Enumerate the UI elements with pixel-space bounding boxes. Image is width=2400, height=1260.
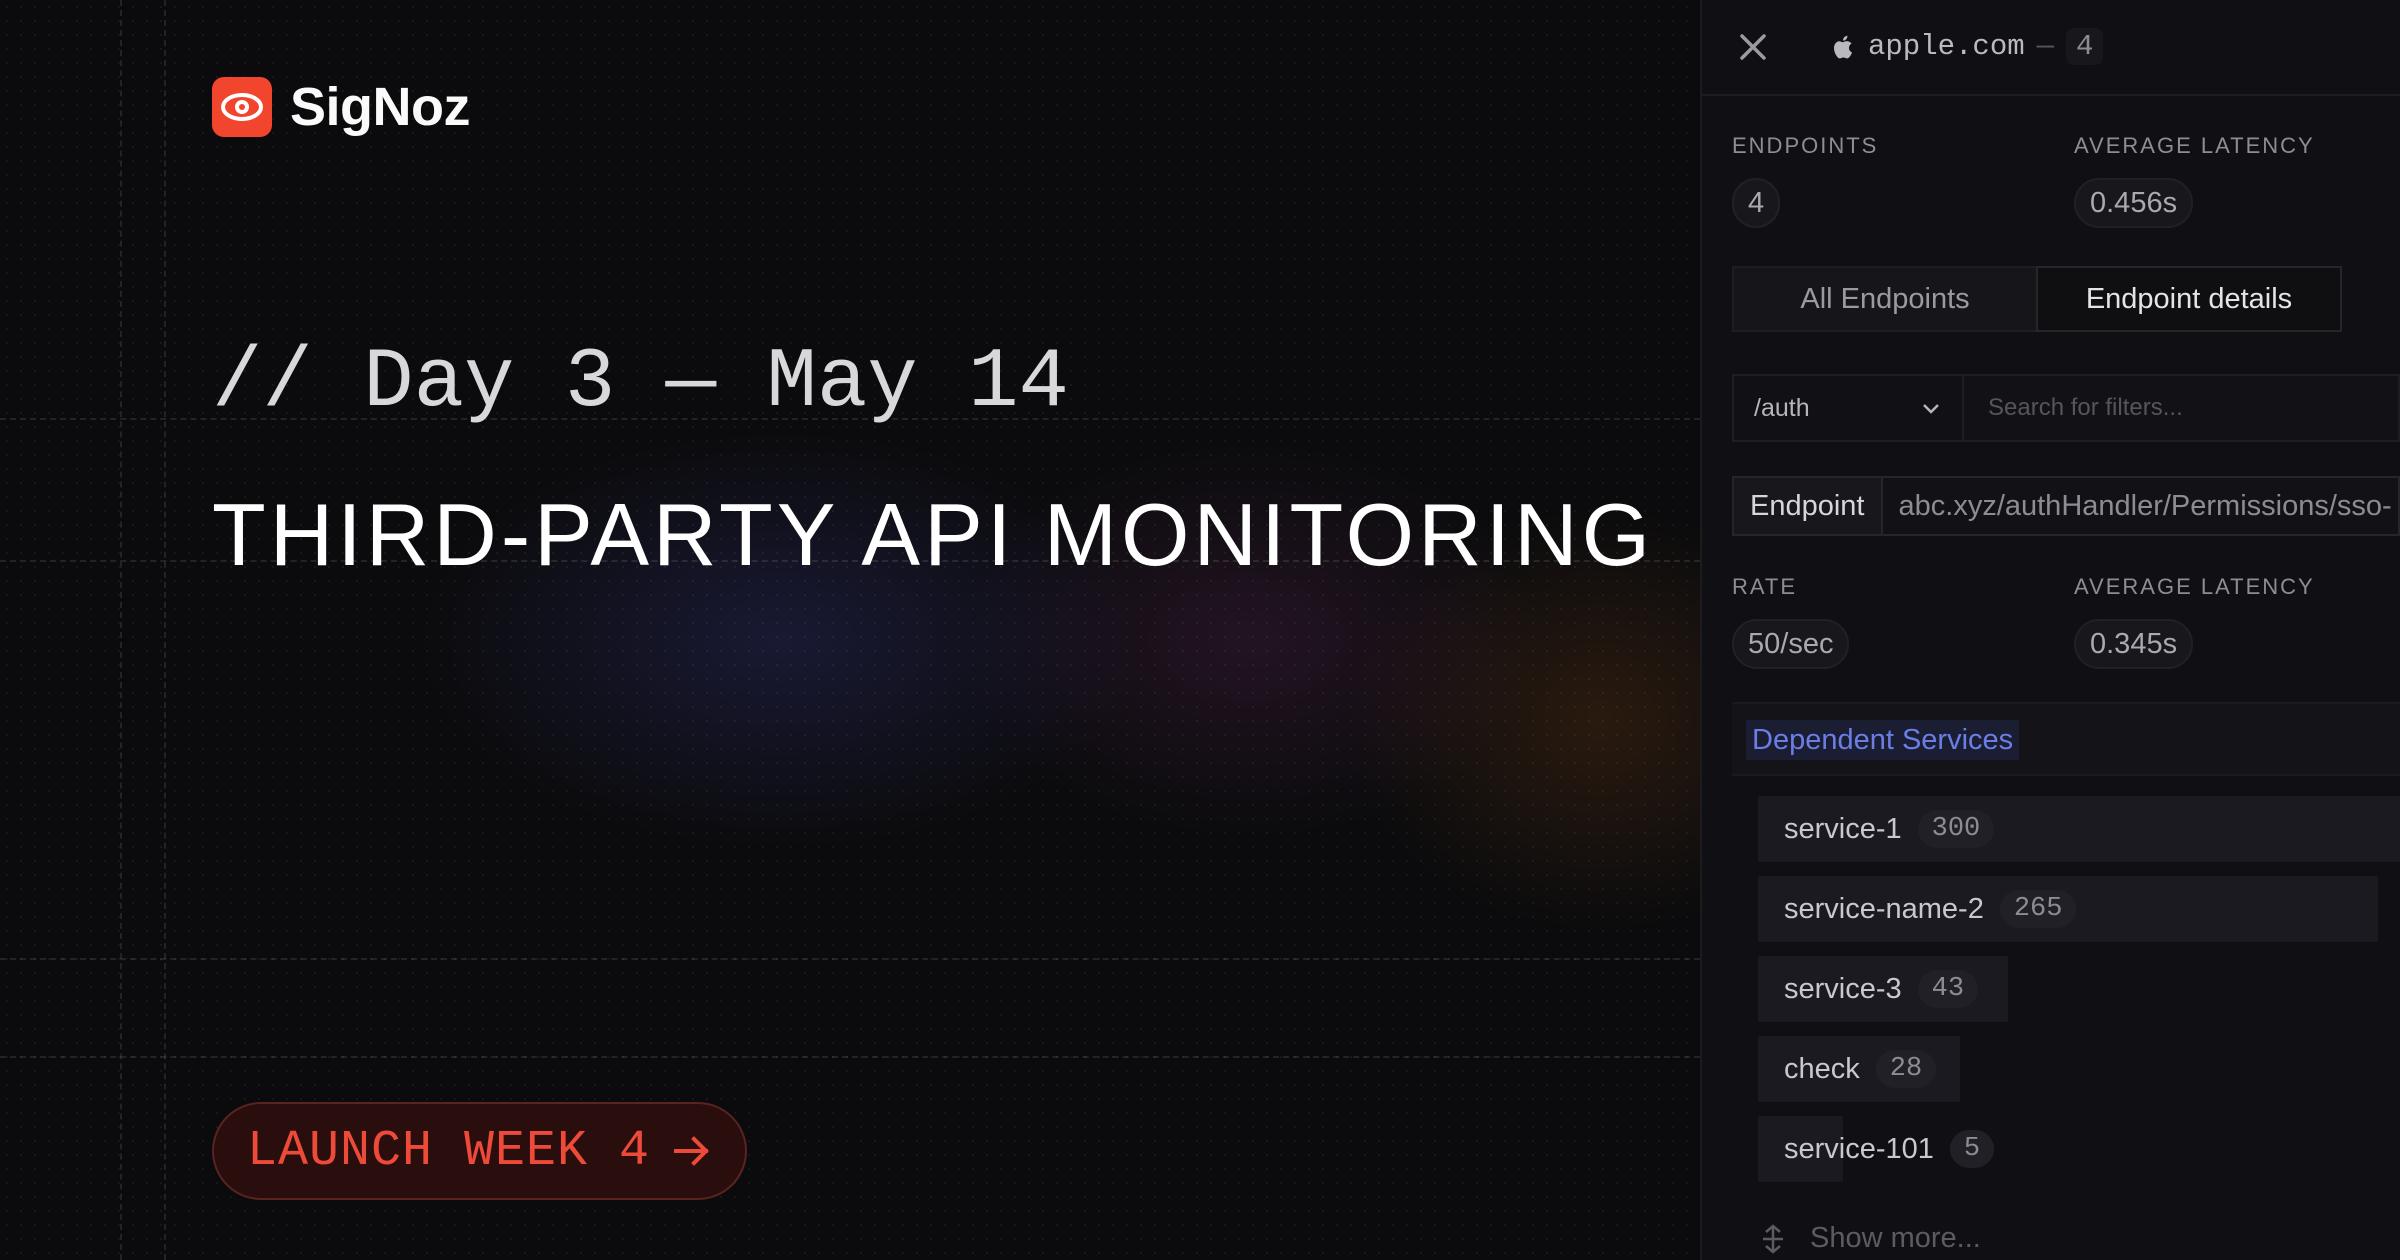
service-count-badge: 265 — [1999, 890, 2077, 928]
show-more-button[interactable]: Show more... — [1760, 1222, 1981, 1255]
service-row[interactable]: service-name-2 265 — [1758, 876, 2378, 942]
tab-endpoint-details[interactable]: Endpoint details — [2036, 266, 2342, 332]
eye-logo-icon — [212, 77, 272, 137]
expand-icon — [1763, 1223, 1783, 1254]
service-count-badge: 43 — [1917, 970, 1979, 1008]
launch-week-label: LAUNCH WEEK 4 — [246, 1122, 651, 1180]
filter-row: /auth Search for filters... — [1732, 374, 2400, 442]
dependent-services-title: Dependent Services — [1746, 720, 2020, 760]
average-latency-label: AVERAGE LATENCY — [2074, 133, 2315, 158]
endpoint-count-badge: 4 — [2066, 28, 2104, 65]
endpoint-value: abc.xyz/authHandler/Permissions/sso- — [1882, 476, 2400, 536]
grid-line — [0, 1056, 1700, 1058]
service-row[interactable]: service-1 300 — [1758, 796, 2400, 862]
endpoint-latency-value: 0.345s — [2074, 619, 2194, 669]
endpoint-select-value: /auth — [1754, 393, 1810, 422]
api-monitoring-panel: apple.com — 4 ENDPOINTS 4 AVERAGE LATENC… — [1700, 0, 2400, 1260]
domain-breadcrumb: apple.com — 4 — [1832, 28, 2104, 65]
event-date: // Day 3 — May 14 — [212, 336, 1069, 431]
page-title: THIRD-PARTY API MONITORING — [212, 485, 1655, 584]
chevron-down-icon — [1923, 404, 1939, 414]
panel-header: apple.com — 4 — [1702, 0, 2400, 96]
arrow-right-icon — [674, 1136, 709, 1166]
service-name: check — [1784, 1052, 1860, 1085]
average-latency-value: 0.456s — [2074, 178, 2194, 228]
grid-line — [164, 0, 166, 1260]
rate-value: 50/sec — [1732, 619, 1850, 669]
separator: — — [2036, 30, 2055, 63]
endpoints-value: 4 — [1732, 178, 1781, 228]
show-more-label: Show more... — [1810, 1222, 1981, 1254]
close-icon[interactable] — [1736, 30, 1770, 64]
endpoint-select[interactable]: /auth — [1732, 374, 1964, 442]
service-count-badge: 28 — [1875, 1050, 1937, 1088]
rate-label: RATE — [1732, 574, 1798, 599]
domain-name: apple.com — [1868, 30, 2025, 63]
apple-icon — [1834, 35, 1852, 58]
service-row[interactable]: service-101 5 — [1758, 1116, 1995, 1182]
service-row[interactable]: service-3 43 — [1758, 956, 2008, 1022]
service-name: service-1 — [1784, 812, 1902, 845]
grid-line — [0, 958, 1700, 960]
service-count-badge: 300 — [1917, 810, 1995, 848]
endpoint-path: Endpoint abc.xyz/authHandler/Permissions… — [1732, 476, 2400, 536]
endpoints-label: ENDPOINTS — [1732, 133, 1879, 158]
launch-week-button[interactable]: LAUNCH WEEK 4 — [212, 1102, 747, 1200]
service-name: service-3 — [1784, 972, 1902, 1005]
service-count-badge: 5 — [1949, 1130, 1995, 1168]
dependent-services-header: Dependent Services — [1732, 702, 2400, 776]
service-row[interactable]: check 28 — [1758, 1036, 1960, 1102]
endpoint-label: Endpoint — [1732, 476, 1883, 536]
endpoint-latency-label: AVERAGE LATENCY — [2074, 574, 2315, 599]
brand-name: SigNoz — [290, 77, 471, 137]
panel-tabs: All Endpoints Endpoint details — [1732, 266, 2400, 332]
banner: SigNoz // Day 3 — May 14 THIRD-PARTY API… — [0, 0, 2400, 1260]
signoz-logo: SigNoz — [212, 76, 471, 138]
filter-search-input[interactable]: Search for filters... — [1964, 374, 2400, 442]
tab-all-endpoints[interactable]: All Endpoints — [1732, 266, 2036, 332]
service-name: service-name-2 — [1784, 892, 1984, 925]
service-name: service-101 — [1784, 1132, 1934, 1165]
grid-line — [120, 0, 122, 1260]
